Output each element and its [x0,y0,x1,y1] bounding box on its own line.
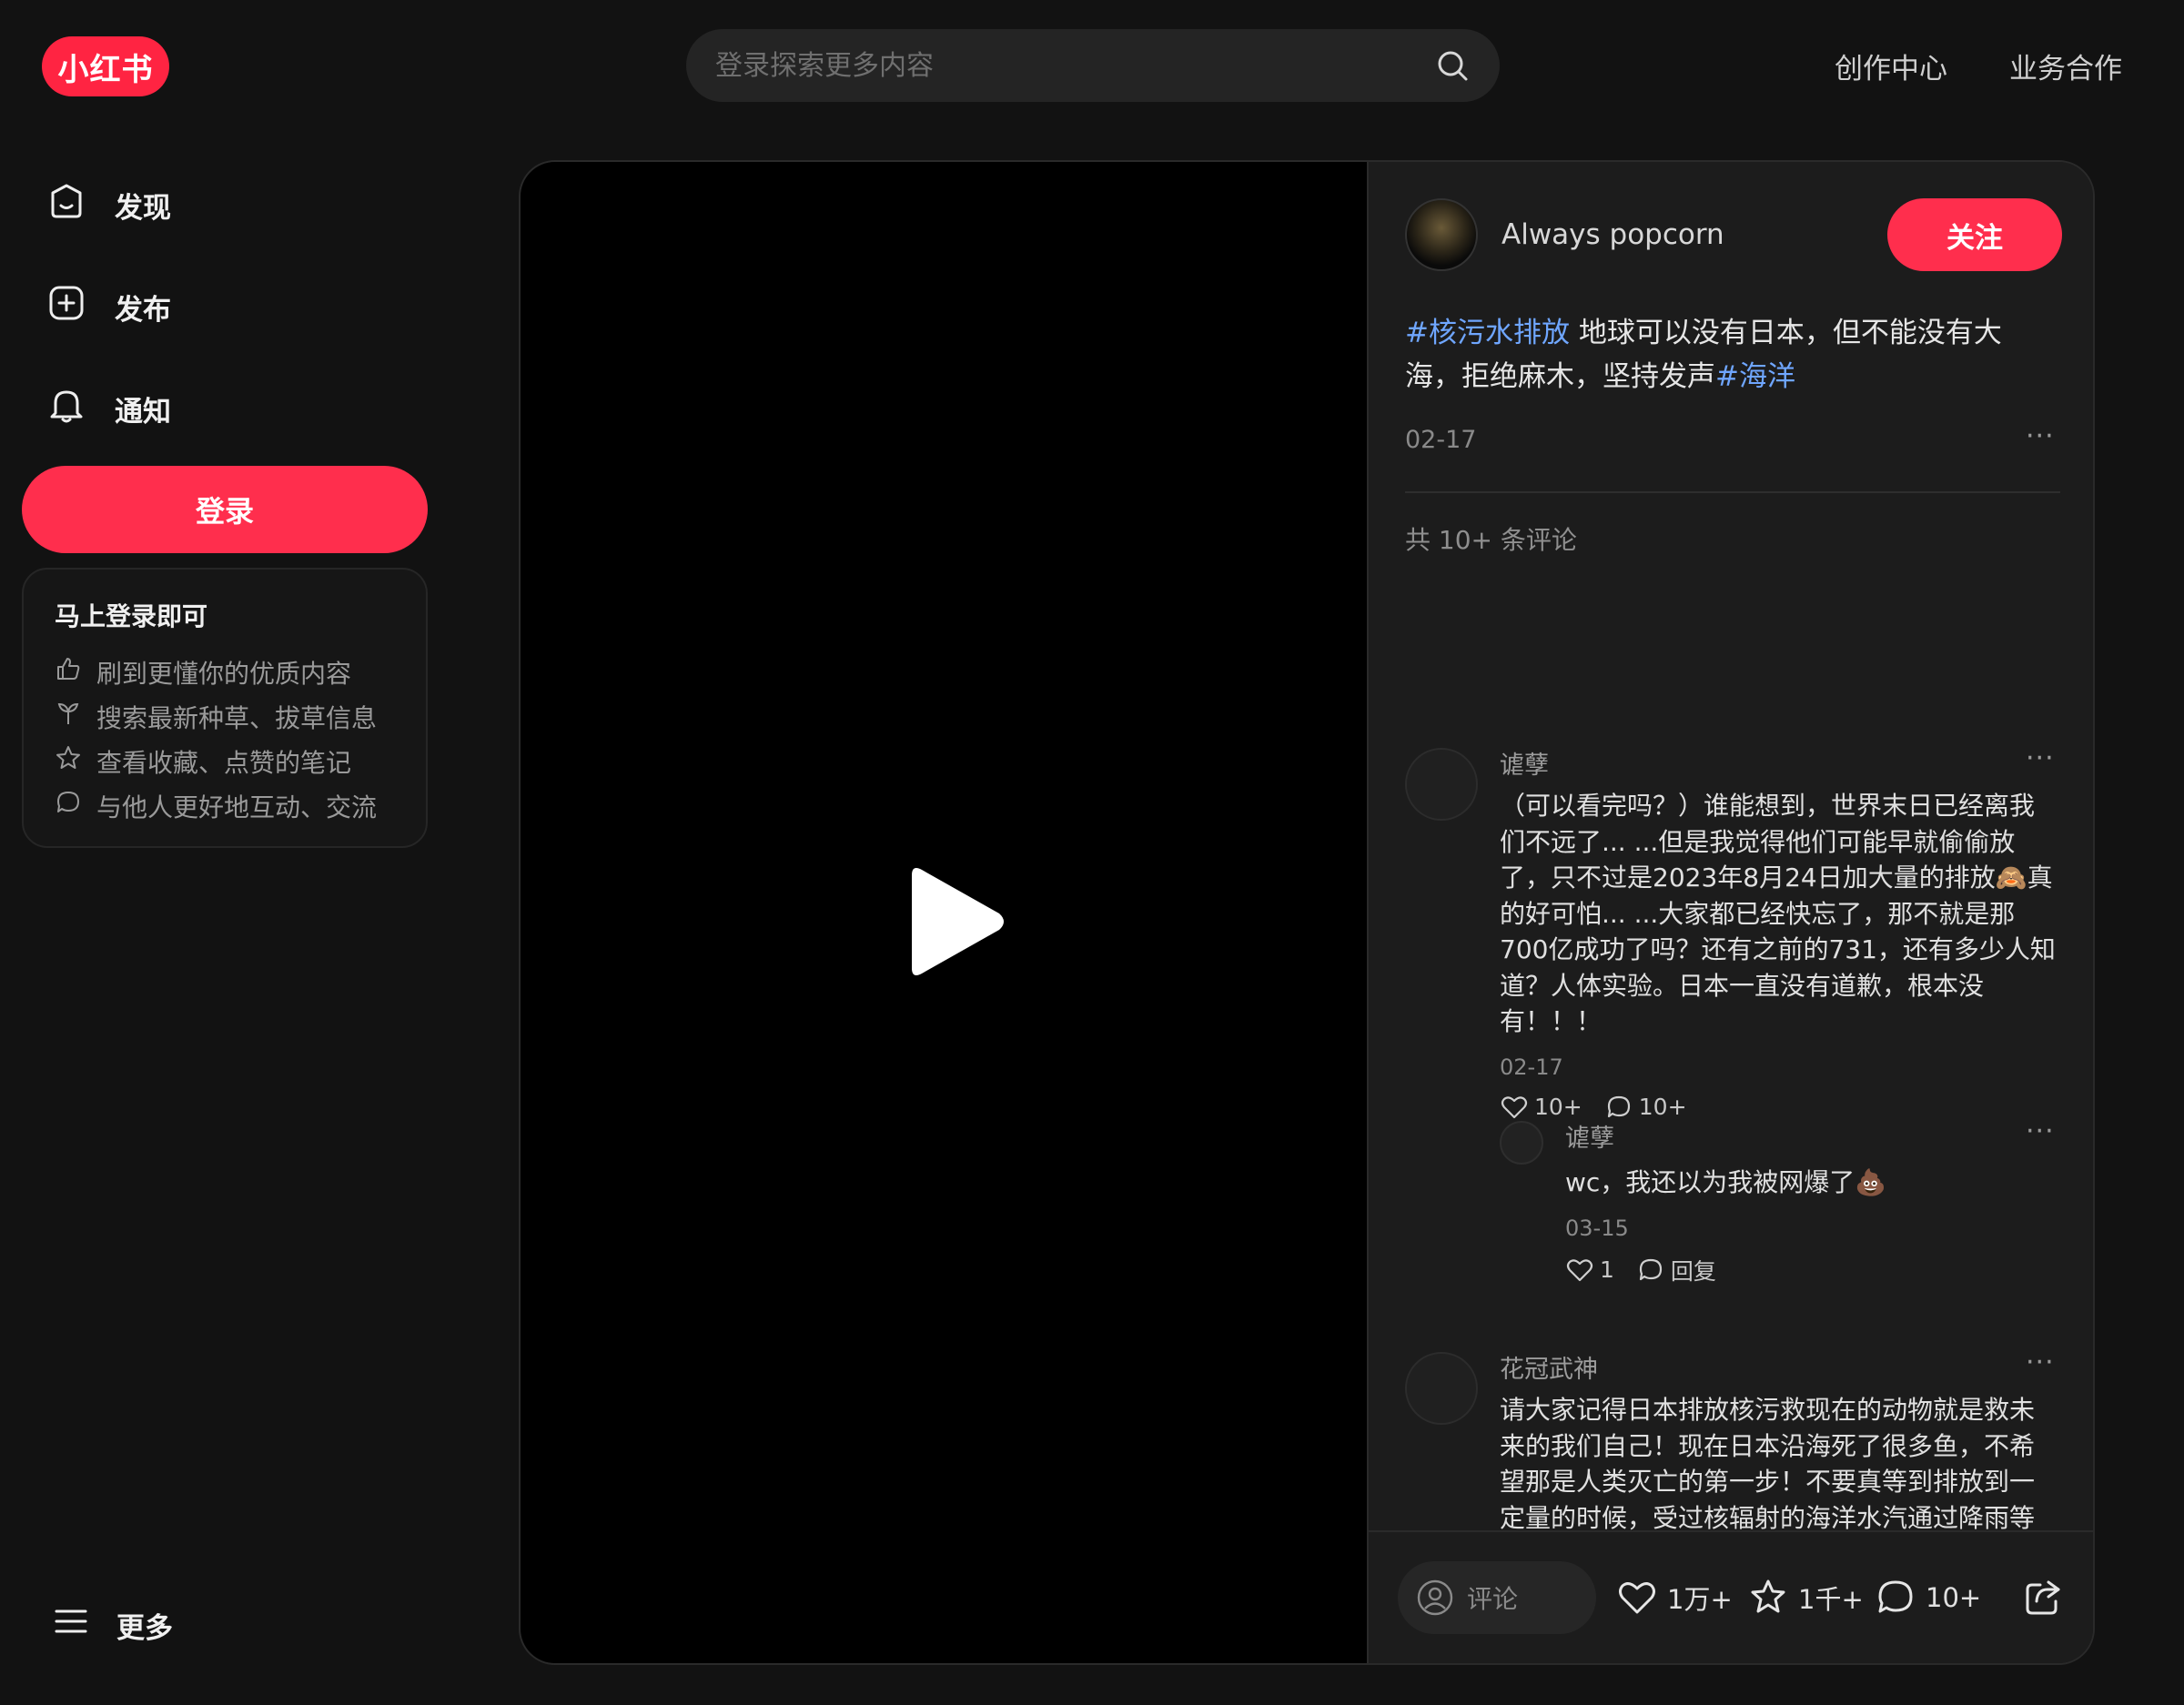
thumbs-up-icon [55,655,82,689]
comment-like-button[interactable]: 10+ [1500,1093,1582,1122]
benefit-item: 搜索最新种草、拔草信息 [55,694,395,739]
comment-total: 10+ [1926,1582,1982,1613]
chat-bubble-icon [1607,1095,1630,1117]
note-detail: Always popcorn 关注 #核污水排放 地球可以没有日本，但不能没有大… [519,160,2095,1665]
avatar[interactable] [1405,1352,1478,1425]
divider [1405,491,2060,493]
business-link[interactable]: 业务合作 [2009,45,2122,86]
collect-button[interactable]: 1千+ [1747,1570,1864,1625]
more-options-icon[interactable]: ··· [2026,1115,2055,1147]
logo[interactable]: 小红书 [42,36,169,96]
follow-button[interactable]: 关注 [1887,198,2062,271]
user-icon [1417,1579,1453,1616]
avatar[interactable] [1405,748,1478,821]
reply-date: 03-15 [1565,1215,1629,1241]
avatar[interactable] [1500,1121,1543,1165]
more-options-icon[interactable]: ··· [2026,1347,2055,1378]
note-side-panel: Always popcorn 关注 #核污水排放 地球可以没有日本，但不能没有大… [1367,162,2093,1663]
comment-author[interactable]: 花冠武神 [1500,1352,2057,1388]
chat-bubble-icon [55,789,82,822]
like-button[interactable]: 1万+ [1616,1570,1733,1625]
share-icon [2026,1580,2060,1615]
more-label: 更多 [116,1611,173,1645]
benefit-item: 查看收藏、点赞的笔记 [55,739,395,783]
reply-author[interactable]: 谑孽 [1565,1121,2057,1157]
comment-author[interactable]: 谑孽 [1500,748,2057,784]
heart-icon [1619,1582,1655,1614]
plus-square-icon [46,282,87,331]
hamburger-menu-icon [53,1603,89,1647]
sidebar-item-publish[interactable]: 发布 [46,275,428,338]
reply-button[interactable]: 回复 [1636,1254,1716,1286]
creator-center-link[interactable]: 创作中心 [1835,45,1947,86]
reply-actions: 1 回复 [1565,1254,2057,1286]
comment-button[interactable]: 10+ [1875,1570,1981,1625]
post-date: 02-17 [1405,426,1477,454]
heart-icon [1501,1095,1528,1118]
bell-icon [46,384,87,433]
comment-text: （可以看完吗？）谁能想到，世界末日已经离我们不远了... ...但是我觉得他们可… [1500,791,2056,1036]
heart-icon [1566,1258,1593,1281]
sidebar-item-label: 发现 [115,191,171,225]
sidebar-item-discover[interactable]: 发现 [46,173,428,237]
video-player[interactable] [521,162,1367,1663]
note-description: #核污水排放 地球可以没有日本，但不能没有大海，拒绝麻木，坚持发声#海洋 [1405,311,2042,399]
app-root: 小红书 创作中心 业务合作 发现 发布 通知 登录 马上登录即可 刷到更懂你的优… [0,0,2184,1705]
search-bar[interactable] [686,29,1500,102]
comment-placeholder: 评论 [1467,1584,1519,1614]
hashtag-link[interactable]: #核污水排放 [1405,317,1570,349]
more-options-icon[interactable]: ··· [2026,420,2055,452]
comment-list: 谑孽 （可以看完吗？）谁能想到，世界末日已经离我们不远了... ...但是我觉得… [1369,562,2093,1663]
star-icon [1751,1579,1785,1613]
author-avatar[interactable] [1405,198,1478,271]
share-button[interactable] [2022,1570,2064,1625]
more-options-icon[interactable]: ··· [2026,742,2055,774]
collect-count: 1千+ [1798,1584,1864,1615]
sidebar-item-notifications[interactable]: 通知 [46,377,428,440]
comment-actions: 10+ 10+ [1500,1093,2057,1122]
login-button[interactable]: 登录 [22,466,428,553]
reply-text: wc，我还以为我被网爆了💩 [1565,1167,1887,1197]
star-icon [55,744,82,778]
sidebar-item-label: 通知 [115,395,171,429]
chat-bubble-icon [1639,1258,1663,1280]
comment-input[interactable]: 评论 [1398,1561,1596,1634]
engagement-bar: 评论 1万+ 1千+ 10+ [1369,1530,2093,1663]
comment-count: 共 10+ 条评论 [1405,525,1577,555]
more-menu-button[interactable]: 更多 [53,1598,173,1652]
search-input[interactable] [715,49,1434,82]
comment-reply-button[interactable]: 10+ [1604,1093,1687,1122]
comment-date: 02-17 [1500,1054,1563,1080]
chat-bubble-icon [1878,1580,1913,1613]
sprout-icon [55,700,82,733]
author-row: Always popcorn 关注 [1405,198,2062,271]
author-name[interactable]: Always popcorn [1502,218,1887,251]
hashtag-link[interactable]: #海洋 [1715,360,1795,393]
play-icon[interactable] [892,863,1010,981]
sidebar-item-label: 发布 [115,293,171,327]
like-count: 1万+ [1667,1584,1733,1615]
search-icon[interactable] [1434,47,1471,84]
benefit-item: 刷到更懂你的优质内容 [55,650,395,694]
login-card-title: 马上登录即可 [55,601,208,631]
login-benefits-card: 马上登录即可 刷到更懂你的优质内容 搜索最新种草、拔草信息 查看收藏、点赞的笔记… [22,568,428,848]
benefit-item: 与他人更好地互动、交流 [55,783,395,828]
home-icon [46,180,87,229]
reply-like-button[interactable]: 1 [1565,1256,1614,1285]
